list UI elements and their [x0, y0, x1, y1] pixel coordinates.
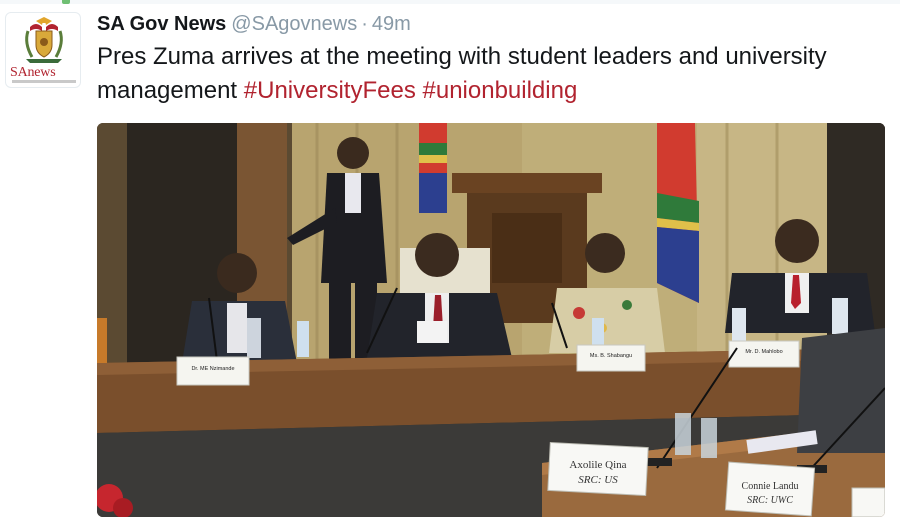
name-card-right: Mr. D. Mahlobo [728, 340, 800, 368]
tweet-header: SA Gov News @SAgovnews · 49m [97, 11, 411, 37]
front-left-card-org: SRC: US [578, 474, 618, 486]
avatar-tagline [12, 80, 76, 83]
sa-flag-left [419, 123, 447, 213]
front-right-card-name: Connie Landu [742, 481, 799, 492]
top-divider [0, 0, 900, 4]
author-display-name[interactable]: SA Gov News [97, 13, 226, 35]
meta-separator: · [361, 13, 368, 35]
front-right-card-org: SRC: UWC [747, 495, 793, 506]
tweet-card[interactable]: SAnews SA Gov News @SAgovnews · 49m Pres Zu… [0, 0, 900, 531]
name-card-right-text: Mr. D. Mahlobo [745, 349, 782, 355]
name-card-center: Ms. B. Shabangu [576, 344, 646, 372]
thread-indicator [62, 0, 70, 4]
name-card-front-left: Axolile Qina SRC: US [547, 441, 649, 497]
front-left-card-name: Axolile Qina [569, 459, 626, 471]
author-handle[interactable]: @SAgovnews [231, 13, 357, 35]
avatar-wordmark: SAnews [10, 65, 56, 80]
coat-of-arms-icon [25, 17, 63, 63]
sa-flag-right [657, 123, 699, 303]
name-card-left: Dr. ME Nzimande [176, 356, 250, 386]
avatar[interactable]: SAnews [5, 12, 81, 88]
meeting-photo: Dr. ME Nzimande Ms. B. Shabangu Mr. D. M… [97, 123, 885, 517]
tweet-timestamp[interactable]: 49m [372, 13, 411, 35]
tweet-photo[interactable]: Dr. ME Nzimande Ms. B. Shabangu Mr. D. M… [97, 123, 885, 517]
name-card-left-text: Dr. ME Nzimande [191, 366, 234, 372]
hashtag-link[interactable]: #unionbuilding [423, 77, 578, 104]
name-card-center-text: Ms. B. Shabangu [590, 353, 632, 359]
tweet-text: Pres Zuma arrives at the meeting with st… [97, 40, 887, 108]
hashtag-link[interactable]: #UniversityFees [244, 77, 416, 104]
name-card-front-right: Connie Landu SRC: UWC [724, 461, 816, 517]
